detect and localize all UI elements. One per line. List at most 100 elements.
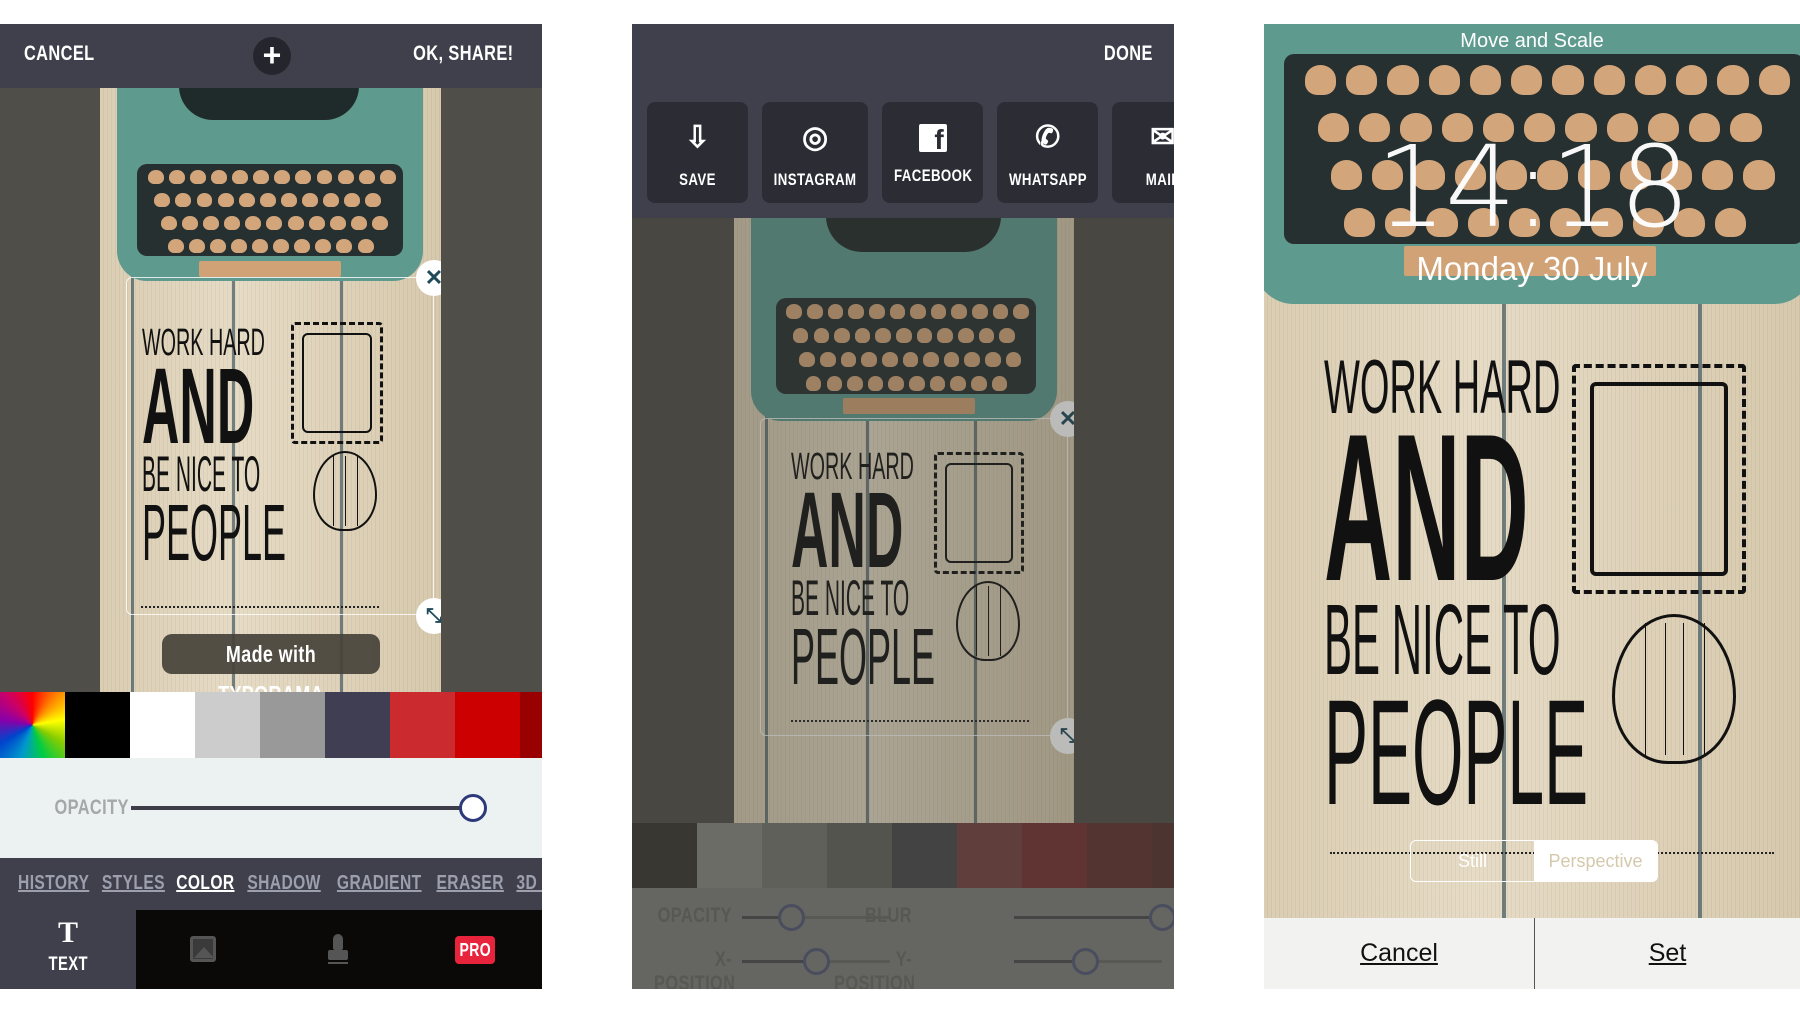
- slider-track[interactable]: [1014, 948, 1162, 975]
- color-swatch[interactable]: [827, 823, 892, 888]
- color-swatch-light-gray[interactable]: [195, 692, 260, 758]
- close-icon: ✕: [1058, 406, 1074, 431]
- screen-title: Move and Scale: [1460, 30, 1604, 52]
- mail-icon: ✉: [1150, 121, 1174, 154]
- share-targets: ⇩ SAVE ◎ INSTAGRAM f FACEBOOK ✆ WHATSAPP ✉ MAIL: [647, 102, 1174, 203]
- color-swatch-dark-slate[interactable]: [325, 692, 390, 758]
- slider-label: BLUR: [864, 904, 912, 927]
- color-swatch[interactable]: [632, 823, 697, 888]
- color-swatch-rainbow[interactable]: [0, 692, 65, 758]
- cancel-button[interactable]: CANCEL: [14, 42, 105, 66]
- background-photo: WORK HARD AND BE NICE TO PEOPLE ✕ ⤡: [734, 218, 1074, 823]
- segment-still[interactable]: Still: [1411, 841, 1534, 881]
- slider-knob[interactable]: [1072, 948, 1100, 975]
- slider-label: Y-POSITION: [834, 948, 916, 989]
- background-photo: WORK HARD AND BE NICE TO PEOPLE ✕ ⤡ Made…: [100, 88, 441, 692]
- text-selection-box[interactable]: [126, 277, 434, 615]
- color-swatch-bright-red[interactable]: [455, 692, 520, 758]
- share-mail-button[interactable]: ✉ MAIL: [1112, 102, 1174, 203]
- image-tool-button[interactable]: [190, 936, 216, 962]
- stamp-tool-button[interactable]: [328, 934, 348, 966]
- motion-segmented-control: Still Perspective: [1410, 840, 1658, 882]
- effects-panel: OPACITY BLUR X-POSITION Y-POSITION: [632, 888, 1174, 989]
- tool-tabs: HISTORY STYLES COLOR SHADOW GRADIENT ERASER 3D…: [0, 858, 542, 910]
- tab-styles[interactable]: STYLES: [102, 872, 165, 895]
- watermark-badge[interactable]: Made with TYPORAMA: [162, 634, 380, 692]
- canvas-area: WORK HARD AND BE NICE TO PEOPLE ✕ ⤡ Made…: [0, 88, 542, 692]
- share-facebook-button[interactable]: f FACEBOOK: [882, 102, 984, 203]
- share-instagram-button[interactable]: ◎ INSTAGRAM: [762, 102, 869, 203]
- share-button[interactable]: OK, SHARE!: [399, 42, 528, 66]
- tab-3d-rot[interactable]: 3D ROT: [516, 872, 542, 895]
- lock-date: Monday 30 July: [1416, 250, 1648, 287]
- text-icon: T: [57, 916, 78, 949]
- stamp-icon: [333, 934, 343, 950]
- color-swatch[interactable]: [1152, 823, 1174, 888]
- tab-history[interactable]: HISTORY: [18, 872, 89, 895]
- color-swatch-dark-red[interactable]: [520, 692, 542, 758]
- pro-badge[interactable]: PRO: [455, 936, 495, 964]
- share-save-button[interactable]: ⇩ SAVE: [647, 102, 748, 203]
- text-selection-box[interactable]: [760, 418, 1068, 736]
- text-tool-label: TEXT: [48, 954, 88, 975]
- resize-handle[interactable]: ⤡: [1050, 718, 1074, 754]
- tab-shadow[interactable]: SHADOW: [247, 872, 320, 895]
- color-swatch-red[interactable]: [390, 692, 455, 758]
- wallpaper-photo[interactable]: Move and Scale 14:18 Monday 30 July WORK…: [1264, 24, 1800, 918]
- save-icon: ⇩: [684, 121, 711, 154]
- color-palette: [632, 823, 1174, 888]
- opacity-slider[interactable]: [131, 794, 487, 822]
- color-swatch[interactable]: [1087, 823, 1152, 888]
- color-swatch[interactable]: [892, 823, 957, 888]
- color-swatch-black[interactable]: [65, 692, 130, 758]
- typewriter-illustration: [751, 218, 1057, 421]
- done-button[interactable]: DONE: [1097, 42, 1160, 66]
- editor-header: CANCEL + OK, SHARE!: [0, 24, 542, 88]
- plus-icon: +: [262, 37, 282, 73]
- segment-perspective[interactable]: Perspective: [1534, 841, 1657, 881]
- resize-icon: ⤡: [1060, 725, 1074, 747]
- share-label: MAIL: [1145, 170, 1174, 189]
- share-header: DONE ⇩ SAVE ◎ INSTAGRAM f FACEBOOK ✆ WHATSAPP ✉ M…: [632, 24, 1174, 218]
- slider-blur: BLUR: [632, 896, 1174, 936]
- slider-knob[interactable]: [1149, 904, 1174, 931]
- opacity-label: OPACITY: [54, 796, 129, 819]
- color-swatch[interactable]: [697, 823, 762, 888]
- opacity-panel: OPACITY: [0, 758, 542, 858]
- color-swatch[interactable]: [762, 823, 827, 888]
- tab-eraser[interactable]: ERASER: [437, 872, 504, 895]
- whatsapp-icon: ✆: [1035, 121, 1061, 154]
- resize-icon: ⤡: [426, 605, 441, 627]
- add-button[interactable]: +: [253, 37, 291, 75]
- close-icon: ✕: [424, 265, 441, 290]
- wallpaper-preview-screen: Move and Scale 14:18 Monday 30 July WORK…: [1264, 24, 1800, 989]
- share-label: INSTAGRAM: [773, 170, 857, 189]
- share-label: FACEBOOK: [893, 166, 972, 185]
- resize-handle[interactable]: ⤡: [416, 598, 441, 634]
- slider-y-position: Y-POSITION: [632, 940, 1174, 989]
- tab-gradient[interactable]: GRADIENT: [337, 872, 422, 895]
- slider-track[interactable]: [1014, 904, 1174, 931]
- color-swatch-gray[interactable]: [260, 692, 325, 758]
- share-label: SAVE: [679, 170, 716, 189]
- action-bar: Cancel Set: [1264, 918, 1800, 989]
- bottom-toolbar: T TEXT PRO: [0, 910, 542, 989]
- set-button[interactable]: Set: [1535, 918, 1800, 989]
- tab-color[interactable]: COLOR: [176, 872, 234, 895]
- color-swatch[interactable]: [957, 823, 1022, 888]
- text-tool-button[interactable]: T TEXT: [0, 910, 136, 989]
- color-swatch-white[interactable]: [130, 692, 195, 758]
- share-whatsapp-button[interactable]: ✆ WHATSAPP: [997, 102, 1099, 203]
- image-icon: [194, 947, 214, 958]
- instagram-icon: ◎: [802, 121, 829, 154]
- share-screen: DONE ⇩ SAVE ◎ INSTAGRAM f FACEBOOK ✆ WHATSAPP ✉ M…: [632, 24, 1174, 989]
- lock-time: 14:18: [1375, 123, 1691, 253]
- editor-screen: CANCEL + OK, SHARE! WORK HARD AND BE NIC…: [0, 24, 542, 989]
- color-swatch[interactable]: [1022, 823, 1087, 888]
- facebook-icon: f: [918, 124, 947, 155]
- stamp-illustration: [1572, 364, 1746, 594]
- canvas-area: WORK HARD AND BE NICE TO PEOPLE ✕ ⤡: [632, 218, 1174, 823]
- opacity-slider-knob[interactable]: [459, 794, 487, 822]
- color-palette: [0, 692, 542, 758]
- cancel-button[interactable]: Cancel: [1264, 918, 1535, 989]
